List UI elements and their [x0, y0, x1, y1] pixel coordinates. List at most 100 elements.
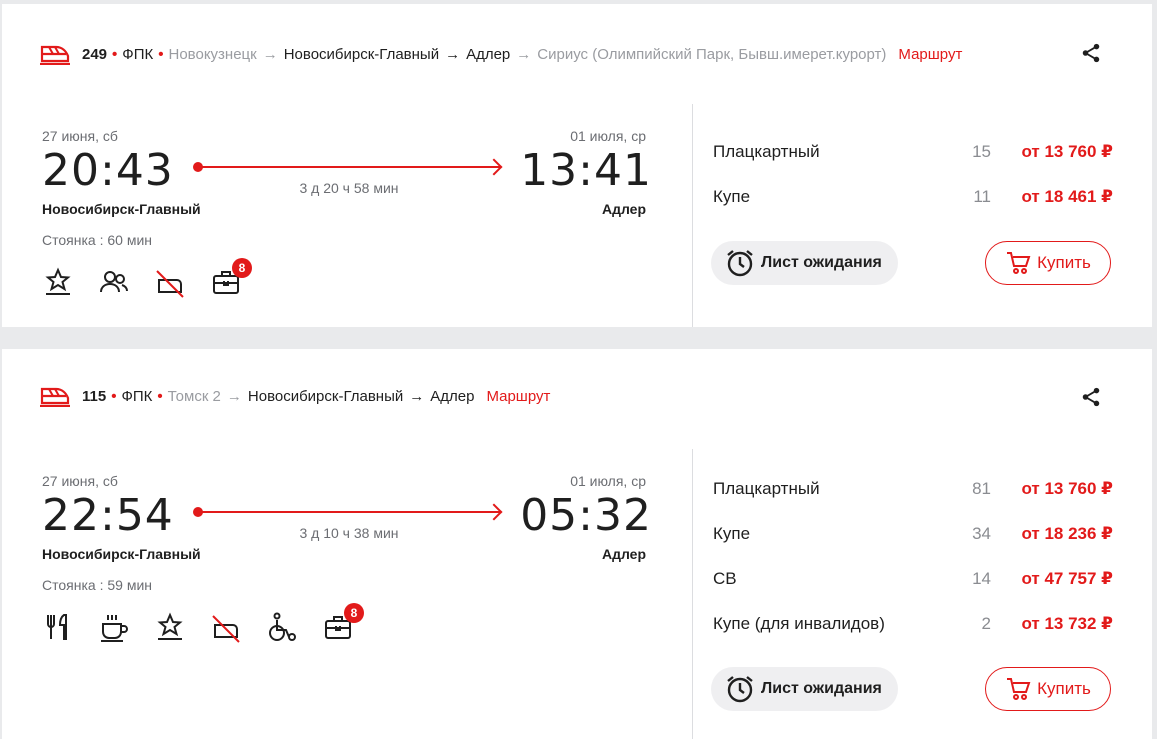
luggage-icon[interactable]: 8 — [210, 258, 252, 298]
class-price: от 18 236 ₽ — [1021, 524, 1113, 543]
duration: 3 д 20 ч 58 мин — [299, 180, 399, 196]
class-price: от 18 461 ₽ — [1021, 187, 1113, 206]
departure-time: 22:54 — [42, 490, 174, 541]
coffee-icon[interactable] — [98, 611, 130, 643]
service-icons: 8 — [42, 258, 252, 298]
class-name: Плацкартный — [713, 479, 820, 498]
class-price: от 13 760 ₽ — [1021, 479, 1113, 498]
divider — [692, 449, 693, 739]
class-row[interactable]: Купе 34 от 18 236 ₽ — [713, 524, 1113, 569]
duration: 3 д 10 ч 38 мин — [299, 525, 399, 541]
train-number: 115 — [82, 387, 107, 405]
departure-station: Новосибирск-Главный — [42, 546, 201, 562]
arrow-icon: → — [262, 45, 278, 63]
star-icon[interactable] — [42, 266, 74, 298]
class-list: Плацкартный 81 от 13 760 ₽ Купе 34 от 18… — [713, 479, 1113, 659]
route-from: Новосибирск-Главный — [283, 45, 440, 63]
route-origin: Новокузнецк — [168, 45, 257, 63]
card-actions: Лист ожидания Купить — [711, 667, 1111, 713]
waitlist-button[interactable]: Лист ожидания — [711, 667, 898, 711]
class-price: от 13 760 ₽ — [1021, 142, 1113, 161]
stop-duration: Стоянка : 59 мин — [42, 577, 152, 593]
departure-date: 27 июня, сб — [42, 128, 118, 144]
class-row[interactable]: Купе (для инвалидов) 2 от 13 732 ₽ — [713, 614, 1113, 659]
star-icon[interactable] — [154, 611, 186, 643]
waitlist-label: Лист ожидания — [761, 680, 882, 697]
alarm-clock-icon — [727, 676, 753, 703]
seat-count: 15 — [972, 142, 991, 161]
class-name: Плацкартный — [713, 142, 820, 161]
class-price: от 13 732 ₽ — [1021, 614, 1113, 633]
class-row[interactable]: СВ 14 от 47 757 ₽ — [713, 569, 1113, 614]
seat-count: 34 — [972, 524, 991, 543]
separator-dot: • — [111, 387, 117, 405]
route-from: Новосибирск-Главный — [247, 387, 404, 405]
arrival-time: 13:41 — [520, 145, 652, 196]
arrow-icon: → — [516, 45, 532, 63]
departure-station: Новосибирск-Главный — [42, 201, 201, 217]
seat-count: 14 — [972, 569, 991, 588]
stop-duration: Стоянка : 60 мин — [42, 232, 152, 248]
alarm-clock-icon — [727, 250, 753, 277]
buy-label: Купить — [1037, 679, 1091, 698]
class-price: от 47 757 ₽ — [1021, 569, 1113, 588]
arrival-station: Адлер — [601, 546, 646, 562]
class-name: Купе — [713, 187, 751, 206]
cart-icon — [1007, 678, 1031, 700]
departure-date: 27 июня, сб — [42, 473, 118, 489]
arrow-icon: → — [445, 45, 461, 63]
separator-dot: • — [157, 387, 163, 405]
no-bed-linen-icon[interactable] — [154, 266, 186, 298]
restaurant-icon[interactable] — [42, 611, 74, 643]
train-icon — [40, 387, 70, 407]
route-origin: Томск 2 — [167, 387, 221, 405]
cart-icon — [1007, 252, 1031, 274]
carrier: ФПК — [122, 45, 154, 63]
wheelchair-icon[interactable] — [266, 611, 298, 643]
separator-dot: • — [158, 45, 164, 63]
arrival-time: 05:32 — [520, 490, 652, 541]
class-row[interactable]: Купе 11 от 18 461 ₽ — [713, 187, 1113, 232]
route-link[interactable]: Маршрут — [898, 46, 962, 63]
card-actions: Лист ожидания Купить — [711, 241, 1111, 287]
waitlist-button[interactable]: Лист ожидания — [711, 241, 898, 285]
class-name: Купе (для инвалидов) — [713, 614, 885, 633]
seat-count: 11 — [973, 187, 991, 206]
route-link[interactable]: Маршрут — [486, 388, 550, 405]
seat-count: 81 — [972, 479, 991, 498]
share-icon[interactable] — [1080, 42, 1102, 64]
no-bed-linen-icon[interactable] — [210, 611, 242, 643]
buy-button[interactable]: Купить — [985, 667, 1111, 711]
seat-count: 2 — [981, 614, 991, 633]
arrival-station: Адлер — [601, 201, 646, 217]
class-name: Купе — [713, 524, 751, 543]
journey-line — [193, 162, 500, 172]
journey-line — [193, 507, 500, 517]
buy-label: Купить — [1037, 253, 1091, 272]
train-icon — [40, 45, 70, 65]
arrow-icon: → — [409, 387, 425, 405]
service-icons: 8 — [42, 603, 364, 643]
train-header: 115 • ФПК • Томск 2 → Новосибирск-Главны… — [40, 384, 1152, 408]
separator-dot: • — [112, 45, 118, 63]
buy-button[interactable]: Купить — [985, 241, 1111, 285]
train-header: 249 • ФПК • Новокузнецк → Новосибирск-Гл… — [40, 42, 1152, 66]
divider — [692, 104, 693, 327]
share-icon[interactable] — [1080, 386, 1102, 408]
waitlist-label: Лист ожидания — [761, 254, 882, 271]
arrow-icon: → — [226, 387, 242, 405]
class-row[interactable]: Плацкартный 15 от 13 760 ₽ — [713, 142, 1113, 187]
train-number: 249 — [82, 45, 108, 63]
departure-time: 20:43 — [42, 145, 174, 196]
route-to: Адлер — [466, 45, 511, 63]
class-row[interactable]: Плацкартный 81 от 13 760 ₽ — [713, 479, 1113, 524]
luggage-icon[interactable]: 8 — [322, 603, 364, 643]
carrier: ФПК — [121, 387, 153, 405]
people-icon[interactable] — [98, 266, 130, 298]
luggage-badge: 8 — [232, 258, 252, 278]
class-list: Плацкартный 15 от 13 760 ₽ Купе 11 от 18… — [713, 142, 1113, 232]
arrival-date: 01 июля, ср — [570, 473, 646, 489]
luggage-badge: 8 — [344, 603, 364, 623]
route-final: Сириус (Олимпийский Парк, Бывш.имерет.ку… — [537, 45, 887, 63]
route-to: Адлер — [430, 387, 475, 405]
